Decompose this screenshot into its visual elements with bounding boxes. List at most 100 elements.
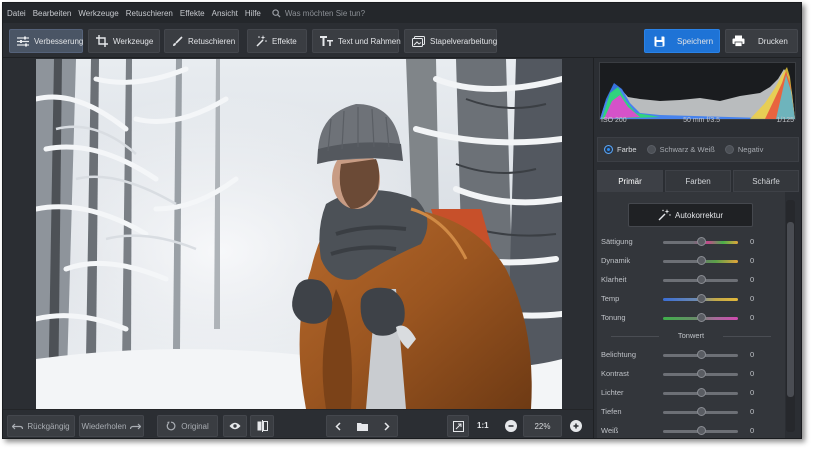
- slider-lichter: Lichter 0: [597, 387, 785, 401]
- slider-handle[interactable]: [697, 294, 706, 303]
- minus-icon: [508, 425, 514, 427]
- menu-effekte[interactable]: Effekte: [180, 9, 205, 18]
- zoom-level[interactable]: 22%: [523, 415, 562, 437]
- folder-icon[interactable]: [356, 422, 368, 431]
- tab-verbesserung[interactable]: Verbesserung: [9, 29, 83, 53]
- menu-retuschieren[interactable]: Retuschieren: [126, 9, 173, 18]
- exif-info: ISO 200 50 mm f/3.5 1/125: [601, 117, 794, 129]
- floppy-disk-icon: [654, 36, 665, 46]
- slider-value: 0: [750, 426, 755, 435]
- brush-icon: [173, 35, 183, 46]
- slider-handle[interactable]: [697, 313, 706, 322]
- scroll-thumb[interactable]: [787, 222, 794, 397]
- tab-werkzeuge[interactable]: Werkzeuge: [88, 29, 160, 53]
- histogram: [599, 62, 796, 120]
- slider-handle[interactable]: [697, 388, 706, 397]
- sliders-icon: [17, 36, 29, 46]
- reset-icon: [166, 421, 176, 431]
- slider-handle[interactable]: [697, 369, 706, 378]
- tab-primaer[interactable]: Primär: [597, 170, 663, 192]
- slider-value: 0: [750, 237, 755, 246]
- auto-correction-button[interactable]: Autokorrektur: [628, 203, 753, 227]
- image-canvas[interactable]: [3, 58, 593, 409]
- ratio-button[interactable]: 1:1: [477, 421, 489, 430]
- slider-handle[interactable]: [697, 426, 706, 435]
- crop-icon: [96, 35, 108, 47]
- slider-value: 0: [750, 294, 755, 303]
- tab-effekte[interactable]: Effekte: [247, 29, 307, 53]
- tab-stapelverarbeitung[interactable]: Stapelverarbeitung: [404, 29, 497, 53]
- eye-icon: [229, 422, 241, 430]
- slider-value: 0: [750, 350, 755, 359]
- original-button[interactable]: Original: [157, 415, 218, 437]
- slider-temp: Temp 0: [597, 293, 785, 307]
- radio-dot: [646, 145, 656, 154]
- slider-tonung: Tonung 0: [597, 312, 785, 326]
- slider-handle[interactable]: [697, 407, 706, 416]
- slider-label: Tonung: [601, 313, 626, 322]
- menu-ansicht[interactable]: Ansicht: [212, 9, 238, 18]
- chevron-right-icon[interactable]: [383, 421, 390, 431]
- radio-label: Schwarz & Weiß: [659, 145, 715, 154]
- slider-label: Weiß: [601, 426, 619, 435]
- magic-wand-icon: [658, 209, 671, 221]
- fit-screen-button[interactable]: [447, 415, 469, 437]
- menu-datei[interactable]: Datei: [7, 9, 26, 18]
- slider-value: 0: [750, 388, 755, 397]
- tab-text-und-rahmen[interactable]: Text und Rahmen: [312, 29, 401, 53]
- slider-value: 0: [750, 275, 755, 284]
- slider-belichtung: Belichtung 0: [597, 349, 785, 363]
- zoom-in-button[interactable]: [570, 420, 582, 432]
- slider-kontrast: Kontrast 0: [597, 368, 785, 382]
- menu-bar: Datei Bearbeiten Werkzeuge Retuschieren …: [3, 3, 801, 23]
- radio-label: Negativ: [737, 145, 764, 154]
- slider-handle[interactable]: [697, 237, 706, 246]
- save-button[interactable]: Speichern: [644, 29, 720, 53]
- undo-label: Rückgängig: [27, 421, 70, 431]
- tab-label: Werkzeuge: [113, 36, 154, 46]
- radio-dot: [724, 145, 734, 154]
- undo-button[interactable]: Rückgängig: [7, 415, 75, 437]
- radio-farbe[interactable]: Farbe: [604, 145, 637, 154]
- tab-retuschieren[interactable]: Retuschieren: [164, 29, 239, 53]
- preview-button[interactable]: [223, 415, 247, 437]
- slider-label: Klarheit: [601, 275, 627, 284]
- app-window: Datei Bearbeiten Werkzeuge Retuschieren …: [2, 2, 802, 439]
- plus-icon: [573, 423, 579, 429]
- zoom-out-button[interactable]: [505, 420, 517, 432]
- undo-icon: [12, 423, 24, 429]
- slider-handle[interactable]: [697, 275, 706, 284]
- tab-farben[interactable]: Farben: [665, 170, 731, 192]
- tab-label: Retuschieren: [188, 36, 236, 46]
- search-icon: [272, 8, 281, 18]
- tab-label: Verbesserung: [34, 36, 84, 46]
- printer-icon: [732, 35, 745, 47]
- radio-schwarz-weiss[interactable]: Schwarz & Weiß: [646, 145, 715, 154]
- lens-value: 50 mm f/3.5: [683, 117, 721, 124]
- redo-button[interactable]: Wiederholen: [79, 415, 144, 437]
- winter-portrait-photo: [36, 59, 562, 409]
- split-view-icon: [257, 420, 268, 432]
- slider-saettigung: Sättigung 0: [597, 236, 785, 250]
- save-label: Speichern: [677, 36, 714, 46]
- text-icon: [320, 36, 333, 46]
- menu-search[interactable]: Was möchten Sie tun?: [272, 9, 365, 18]
- original-label: Original: [181, 421, 209, 431]
- menu-hilfe[interactable]: Hilfe: [245, 9, 261, 18]
- slider-handle[interactable]: [697, 256, 706, 265]
- slider-value: 0: [750, 313, 755, 322]
- compare-button[interactable]: [250, 415, 274, 437]
- chevron-left-icon[interactable]: [334, 421, 341, 431]
- tab-label: Text und Rahmen: [338, 36, 401, 46]
- photo: [36, 59, 562, 409]
- panel-scrollbar[interactable]: [786, 200, 795, 432]
- slider-tiefen: Tiefen 0: [597, 406, 785, 420]
- slider-handle[interactable]: [697, 350, 706, 359]
- tab-schaerfe[interactable]: Schärfe: [733, 170, 799, 192]
- print-button[interactable]: Drucken: [725, 29, 798, 53]
- menu-werkzeuge[interactable]: Werkzeuge: [78, 9, 118, 18]
- shutter-value: 1/125: [776, 117, 794, 124]
- histogram-graph: [600, 67, 795, 119]
- radio-negativ[interactable]: Negativ: [724, 145, 764, 154]
- menu-bearbeiten[interactable]: Bearbeiten: [33, 9, 72, 18]
